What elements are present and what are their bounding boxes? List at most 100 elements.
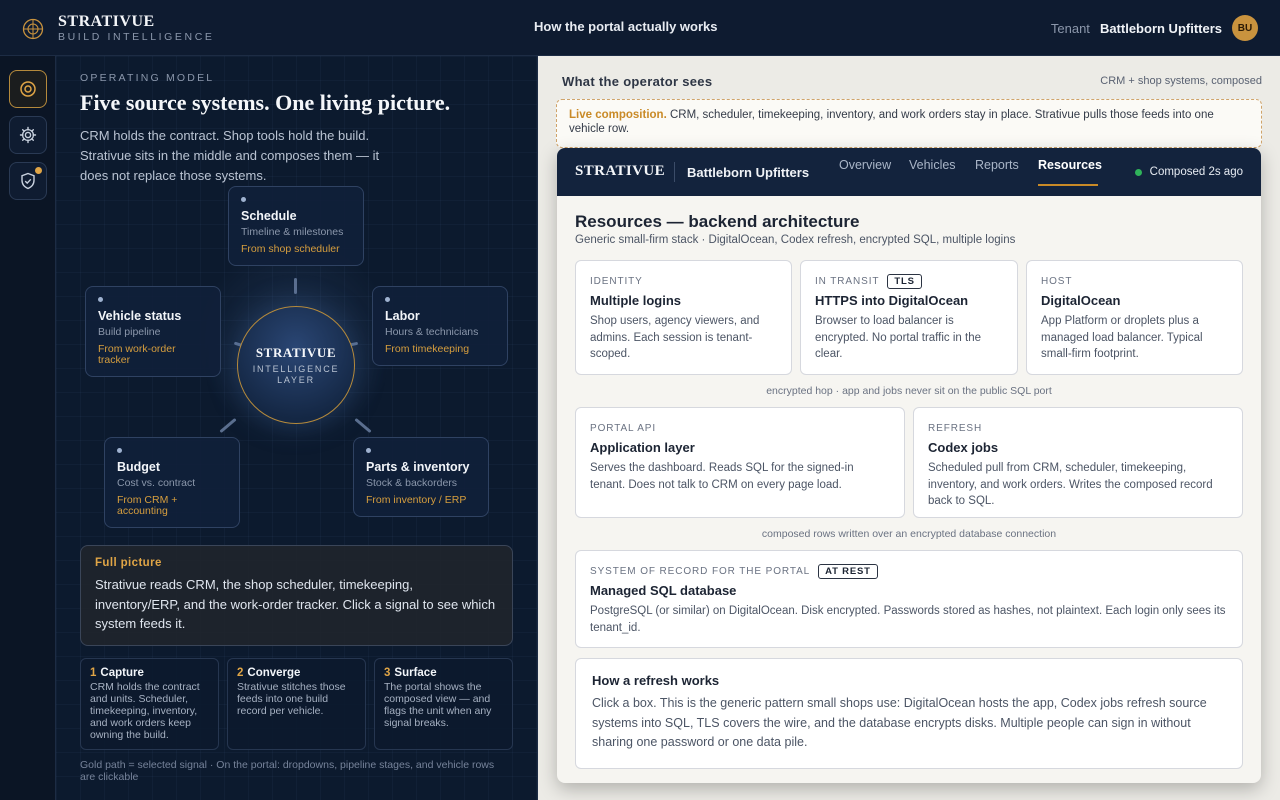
eyebrow: OPERATING MODEL [80,72,215,84]
card-desc: App Platform or droplets plus a managed … [1041,315,1203,360]
card-refresh[interactable]: REFRESH Codex jobs Scheduled pull from C… [913,407,1243,518]
status-text: Composed 2s ago [1149,166,1243,178]
tenant-name: Battleborn Upfitters [1099,20,1222,36]
rail-security-button[interactable] [9,162,47,200]
step-body: CRM holds the contract and units. Schedu… [90,681,200,741]
panel-subtitle: CRM + shop systems, composed [1100,75,1262,87]
node-source: From inventory / ERP [366,494,467,506]
at-rest-badge: AT REST [818,563,878,579]
signal-node-schedule[interactable]: Schedule Timeline & milestones From shop… [228,186,364,266]
tab-overview[interactable]: Overview [839,158,891,172]
step-title: Converge [247,667,301,679]
core-subtitle: INTELLIGENCE LAYER [252,363,340,385]
node-title: Budget [117,460,161,474]
card-desc: Shop users, agency viewers, and admins. … [590,315,760,360]
node-dot [366,448,371,453]
node-title: Schedule [241,209,297,223]
connector-schedule [294,278,297,294]
node-dot [241,197,246,202]
tab-resources[interactable]: Resources [1038,158,1102,172]
node-source: From work-order tracker [98,343,176,366]
connector-budget [219,417,237,434]
node-desc: Cost vs. contract [117,477,196,489]
rail-settings-button[interactable] [9,116,47,154]
card-kicker: HOST [1041,275,1073,287]
brand[interactable]: STRATIVUE BUILD INTELLIGENCE [22,14,215,44]
node-desc: Hours & technicians [385,326,479,338]
howto-title: How a refresh works [592,673,720,688]
step-converge: 2 Converge Strativue stitches those feeds… [227,658,366,750]
card-desc: Scheduled pull from CRM, scheduler, time… [928,462,1213,507]
tls-badge: TLS [887,273,922,289]
card-desc: Serves the dashboard. Reads SQL for the … [590,462,854,491]
card-title: Managed SQL database [590,583,737,598]
card-managed-sql[interactable]: SYSTEM OF RECORD FOR THE PORTAL AT REST M… [575,550,1243,648]
card-desc: PostgreSQL (or similar) on DigitalOcean.… [590,605,1226,634]
notification-dot [35,167,42,174]
core-title: STRATIVUE [255,344,337,360]
intelligence-layer-core[interactable]: STRATIVUE INTELLIGENCE LAYER [237,306,355,424]
section-heading: Resources — backend architecture [575,212,860,231]
header-title: How the portal actually works [534,19,718,34]
rail-operating-model-button[interactable] [9,70,47,108]
systems-diagram: STRATIVUE INTELLIGENCE LAYER Schedule Ti… [56,181,538,528]
signal-node-parts-inventory[interactable]: Parts & inventory Stock & backorders Fro… [353,437,489,517]
full-picture-callout: Full picture Strativue reads CRM, the sh… [80,545,513,646]
tenant-switcher[interactable]: Tenant Battleborn Upfitters BU [1051,15,1258,41]
brand-subtitle: BUILD INTELLIGENCE [58,31,215,43]
card-desc: Browser to load balancer is encrypted. N… [815,315,981,360]
process-steps: 1 Capture CRM holds the contract and unit… [80,658,513,750]
panel-title: What the operator sees [562,74,713,89]
card-in-transit[interactable]: IN TRANSIT TLS HTTPS into DigitalOcean Br… [800,260,1018,375]
card-portal-api[interactable]: PORTAL API Application layer Serves the … [575,407,905,518]
status-dot-icon [1134,168,1142,176]
signal-node-budget[interactable]: Budget Cost vs. contract From CRM + acco… [104,437,240,528]
portal-tenant: Battleborn Upfitters [687,165,810,180]
node-source: From timekeeping [385,343,470,355]
top-bar: STRATIVUE BUILD INTELLIGENCE How the por… [0,0,1280,56]
signal-node-labor[interactable]: Labor Hours & technicians From timekeepi… [372,286,508,366]
operator-view-panel: What the operator sees CRM + shop system… [538,56,1280,800]
card-kicker: SYSTEM OF RECORD FOR THE PORTAL [590,565,811,577]
active-tab-indicator [1038,184,1098,186]
card-title: Multiple logins [590,293,681,308]
card-kicker: PORTAL API [590,422,657,434]
card-identity[interactable]: IDENTITY Multiple logins Shop users, age… [575,260,792,375]
signal-node-vehicle-status[interactable]: Vehicle status Build pipeline From work-… [85,286,221,377]
shield-check-icon [21,172,35,190]
tab-vehicles[interactable]: Vehicles [909,158,956,172]
node-dot [98,297,103,302]
tenant-label: Tenant [1050,20,1090,36]
portal-brand[interactable]: STRATIVUE [575,163,665,180]
card-title: HTTPS into DigitalOcean [815,293,969,308]
connector-parts [354,417,372,434]
footnote: Gold path = selected signal · On the por… [80,759,495,783]
brand-name: STRATIVUE [58,13,155,30]
section-subheading: Generic small-firm stack · DigitalOcean,… [575,234,1016,246]
card-title: Codex jobs [928,440,999,455]
page-title: Five source systems. One living picture. [80,90,451,115]
card-host[interactable]: HOST DigitalOcean App Platform or drople… [1026,260,1243,375]
node-title: Parts & inventory [366,460,470,474]
step-number: 2 [237,667,244,679]
step-capture: 1 Capture CRM holds the contract and unit… [80,658,219,750]
avatar[interactable]: BU [1232,15,1258,41]
node-dot [117,448,122,453]
live-composition-banner: Live composition. CRM, scheduler, timeke… [556,99,1262,148]
step-number: 1 [90,667,97,679]
step-surface: 3 Surface The portal shows the composed v… [374,658,513,750]
compass-logo-icon [22,18,44,40]
step-title: Surface [394,667,437,679]
lead-paragraph: CRM holds the contract. Shop tools hold … [80,128,380,183]
step-body: The portal shows the composed view — and… [384,681,492,729]
step-title: Capture [100,667,144,679]
side-rail [0,56,56,800]
tab-reports[interactable]: Reports [975,158,1019,172]
hop-note-database: composed rows written over an encrypted … [761,528,1057,540]
callout-body: Strativue reads CRM, the shop scheduler,… [95,577,496,631]
step-body: Strativue stitches those feeds into one … [237,681,346,717]
node-source: From shop scheduler [241,243,340,255]
card-kicker: REFRESH [928,422,983,434]
step-number: 3 [384,667,391,679]
composed-status: Composed 2s ago [1134,166,1243,178]
